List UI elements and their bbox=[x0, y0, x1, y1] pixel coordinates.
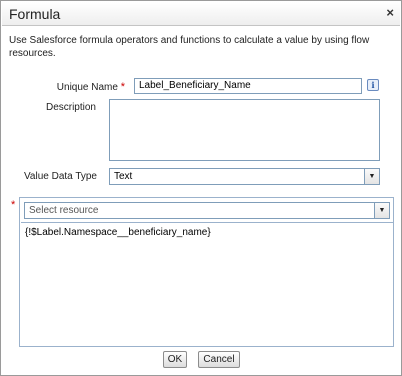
select-resource-placeholder: Select resource bbox=[29, 205, 99, 216]
required-marker: * bbox=[120, 81, 125, 93]
value-data-type-select[interactable]: Text ▼ bbox=[109, 168, 380, 185]
cancel-button[interactable]: Cancel bbox=[198, 351, 240, 368]
chevron-down-icon[interactable]: ▼ bbox=[374, 203, 389, 218]
chevron-down-icon[interactable]: ▼ bbox=[364, 169, 379, 184]
formula-textarea[interactable]: {!$Label.Namespace__beneficiary_name} bbox=[21, 222, 393, 346]
formula-required-marker: * bbox=[11, 199, 16, 211]
formula-editor: Select resource ▼ {!$Label.Namespace__be… bbox=[19, 197, 394, 347]
info-icon[interactable]: i bbox=[367, 79, 379, 91]
description-field[interactable] bbox=[109, 99, 380, 161]
unique-name-label: Unique Name * bbox=[56, 81, 125, 93]
ok-button[interactable]: OK bbox=[163, 351, 187, 368]
dialog-title: Formula bbox=[9, 6, 61, 22]
dialog-description: Use Salesforce formula operators and fun… bbox=[9, 35, 370, 59]
select-resource-dropdown[interactable]: Select resource ▼ bbox=[24, 202, 390, 219]
value-data-type-value: Text bbox=[114, 171, 133, 182]
formula-dialog: Formula × Use Salesforce formula operato… bbox=[0, 0, 402, 376]
unique-name-field[interactable]: Label_Beneficiary_Name bbox=[134, 78, 362, 94]
description-label: Description bbox=[45, 102, 96, 113]
close-icon[interactable]: × bbox=[386, 5, 394, 20]
value-data-type-label: Value Data Type bbox=[23, 171, 97, 182]
dialog-titlebar: Formula × bbox=[2, 2, 400, 26]
